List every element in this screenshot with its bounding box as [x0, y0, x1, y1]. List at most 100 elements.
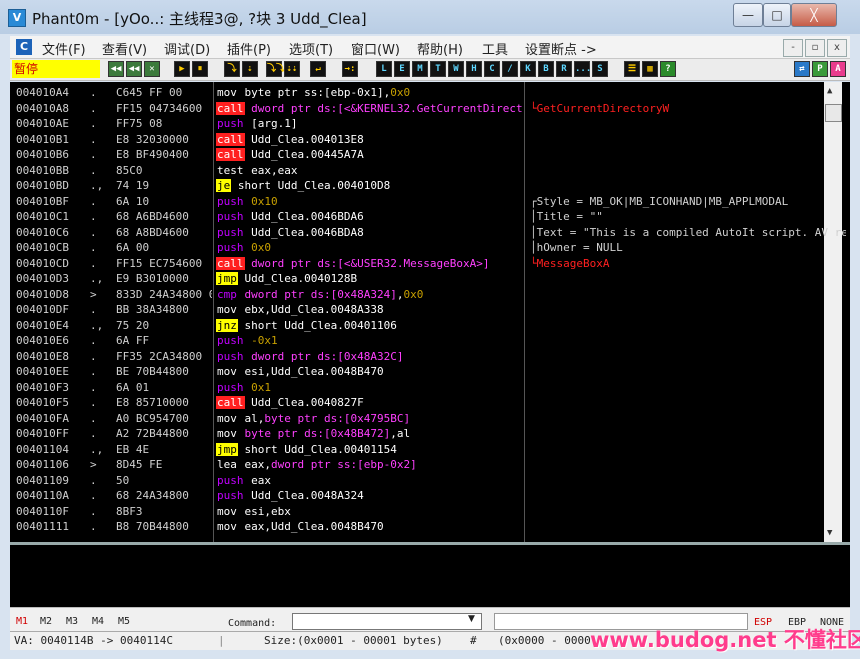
disasm-row[interactable]: 004010BD., 74 19 je short Udd_Clea.004010D…: [10, 178, 822, 194]
menu-file[interactable]: 文件(F): [42, 39, 86, 58]
tab-m2[interactable]: M2: [40, 616, 52, 627]
menu-set-breakpoint[interactable]: 设置断点 ->: [525, 39, 597, 58]
windows-icon[interactable]: W: [448, 61, 464, 77]
disasm-row[interactable]: 004010EE. BE 70B44800 mov esi,Udd_Clea.004…: [10, 364, 822, 380]
threads-icon[interactable]: T: [430, 61, 446, 77]
disasm-row[interactable]: 004010E6. 6A FF push -0x1: [10, 333, 822, 349]
title-bar[interactable]: V Phant0m - [yOo..: 主线程3@, ?块 3 Udd_Clea…: [0, 0, 860, 34]
chevron-down-icon[interactable]: ▼: [468, 614, 475, 624]
disasm-row[interactable]: 004010D3., E9 B3010000 jmp Udd_Clea.004012…: [10, 271, 822, 287]
restart-icon[interactable]: ◀◀: [108, 61, 124, 77]
cpu-icon[interactable]: C: [484, 61, 500, 77]
breakpoints-icon[interactable]: B: [538, 61, 554, 77]
close-process-icon[interactable]: ✕: [144, 61, 160, 77]
disasm-row[interactable]: 004010BB. 85C0 test eax,eax: [10, 163, 822, 179]
plugin-p-icon[interactable]: P: [812, 61, 828, 77]
disasm-row[interactable]: 004010DF. BB 38A34800 mov ebx,Udd_Clea.004…: [10, 302, 822, 318]
mdi-close-button[interactable]: x: [827, 39, 847, 57]
step-into-icon[interactable]: ⤵: [224, 61, 240, 77]
disasm-row[interactable]: 004010A4. C645 FF 00 mov byte ptr ss:[ebp-…: [10, 85, 822, 101]
disasm-mnemonic: call: [216, 256, 245, 270]
options-icon[interactable]: ☰: [624, 61, 640, 77]
disasm-row[interactable]: 004010BF. 6A 10 push 0x10 ┌Style = MB_OK|MB…: [10, 194, 822, 210]
rewind-icon[interactable]: ◀◀: [126, 61, 142, 77]
menu-options[interactable]: 选项(T): [289, 39, 333, 58]
menu-plugins[interactable]: 插件(P): [227, 39, 271, 58]
minimize-button[interactable]: —: [733, 3, 763, 27]
memory-map-icon[interactable]: M: [412, 61, 428, 77]
disasm-jump-marker: .,: [90, 272, 104, 285]
disasm-row[interactable]: 00401106 >8D45 FE lea eax,dword ptr ss:[eb…: [10, 457, 822, 473]
vertical-scrollbar[interactable]: ▲ ▼: [824, 82, 842, 542]
disasm-row[interactable]: 004010AE. FF75 08 push [arg.1]: [10, 116, 822, 132]
step-over-icon[interactable]: ⇣: [242, 61, 258, 77]
references-icon[interactable]: R: [556, 61, 572, 77]
disasm-row[interactable]: 00401109. 50 push eax: [10, 473, 822, 489]
command-input[interactable]: [292, 613, 482, 630]
plugin-a-icon[interactable]: A: [830, 61, 846, 77]
close-button[interactable]: ╳: [791, 3, 837, 27]
appearance-icon[interactable]: ▦: [642, 61, 658, 77]
patches-icon[interactable]: /: [502, 61, 518, 77]
disasm-comment: │Title = "": [530, 210, 603, 223]
disasm-row[interactable]: 004010CD. FF15 EC754600 call dword ptr ds:…: [10, 256, 822, 272]
disasm-row[interactable]: 004010E4., 75 20 jnz short Udd_Clea.004011…: [10, 318, 822, 334]
disasm-row[interactable]: 004010B1. E8 32030000 call Udd_Clea.004013…: [10, 132, 822, 148]
scroll-up-icon[interactable]: ▲: [827, 86, 832, 96]
switch-icon[interactable]: ⇄: [794, 61, 810, 77]
disasm-row[interactable]: 00401104., EB 4E jmp short Udd_Clea.004011…: [10, 442, 822, 458]
status-size: Size:(0x0001 - 00001 bytes): [264, 634, 443, 647]
log-window-icon[interactable]: L: [376, 61, 392, 77]
disasm-operand: Udd_Clea.004013E8: [251, 132, 364, 146]
disassembly-pane[interactable]: ▲ ▼ 004010A4. C645 FF 00 mov byte ptr ss:[…: [10, 82, 850, 542]
menu-help[interactable]: 帮助(H): [417, 39, 463, 58]
run-icon[interactable]: ▶: [174, 61, 190, 77]
source-icon[interactable]: S: [592, 61, 608, 77]
run-trace-icon[interactable]: ...: [574, 61, 591, 77]
call-stack-icon[interactable]: K: [520, 61, 536, 77]
menu-window[interactable]: 窗口(W): [351, 39, 400, 58]
tab-m4[interactable]: M4: [92, 616, 104, 627]
execute-till-return-icon[interactable]: ↵: [310, 61, 326, 77]
info-pane: [10, 545, 850, 607]
disasm-row[interactable]: 004010F5. E8 85710000 call Udd_Clea.004082…: [10, 395, 822, 411]
menu-view[interactable]: 查看(V): [102, 39, 147, 58]
disasm-hex: 68 A8BD4600: [116, 225, 189, 239]
goto-icon[interactable]: →:: [342, 61, 358, 77]
tab-m5[interactable]: M5: [118, 616, 130, 627]
tab-m3[interactable]: M3: [66, 616, 78, 627]
mdi-minimize-button[interactable]: -: [783, 39, 803, 57]
disasm-row[interactable]: 004010C1. 68 A6BD4600 push Udd_Clea.0046BD…: [10, 209, 822, 225]
disasm-operand: esi,Udd_Clea.0048B470: [244, 365, 384, 378]
help-icon[interactable]: ?: [660, 61, 676, 77]
disasm-mnemonic: mov: [217, 427, 237, 440]
disasm-row[interactable]: 004010D8 >833D 24A34800 00 cmp dword ptr d…: [10, 287, 822, 303]
disasm-row[interactable]: 004010F3. 6A 01 push 0x1: [10, 380, 822, 396]
menu-tools[interactable]: 工具: [482, 39, 508, 58]
command-label: Command:: [228, 618, 277, 629]
mdi-restore-button[interactable]: ▫: [805, 39, 825, 57]
tab-m1[interactable]: M1: [16, 616, 28, 627]
disasm-row[interactable]: 004010FF. A2 72B44800 mov byte ptr ds:[0x4…: [10, 426, 822, 442]
disasm-mnemonic: mov: [217, 365, 237, 378]
menu-debug[interactable]: 调试(D): [164, 39, 210, 58]
cpu-window-icon[interactable]: C: [16, 39, 32, 55]
pause-icon[interactable]: ⏸: [192, 61, 208, 77]
disasm-row[interactable]: 00401111. B8 70B44800 mov eax,Udd_Clea.004…: [10, 519, 822, 535]
disasm-row[interactable]: 0040110A. 68 24A34800 push Udd_Clea.0048A3…: [10, 488, 822, 504]
disasm-row[interactable]: 004010A8. FF15 04734600 call dword ptr ds:…: [10, 101, 822, 117]
disasm-row[interactable]: 004010C6. 68 A8BD4600 push Udd_Clea.0046BD…: [10, 225, 846, 241]
disasm-row[interactable]: 004010B6. E8 BF490400 call Udd_Clea.00445A…: [10, 147, 822, 163]
disasm-row[interactable]: 004010E8. FF35 2CA34800 push dword ptr ds:…: [10, 349, 822, 365]
executable-modules-icon[interactable]: E: [394, 61, 410, 77]
trace-over-icon[interactable]: ⇣⇣: [284, 61, 300, 77]
scroll-down-icon[interactable]: ▼: [827, 528, 832, 538]
maximize-button[interactable]: □: [763, 3, 791, 27]
handles-icon[interactable]: H: [466, 61, 482, 77]
disasm-row[interactable]: 004010FA. A0 BC954700 mov al,byte ptr ds:[…: [10, 411, 822, 427]
disasm-hex: A2 72B44800: [116, 427, 189, 440]
trace-into-icon[interactable]: ⤵⤵: [266, 61, 285, 77]
disasm-row[interactable]: 0040110F. 8BF3 mov esi,ebx: [10, 504, 822, 520]
disasm-row[interactable]: 004010CB. 6A 00 push 0x0 │hOwner = NULL: [10, 240, 822, 256]
disasm-comment: │hOwner = NULL: [530, 241, 623, 254]
